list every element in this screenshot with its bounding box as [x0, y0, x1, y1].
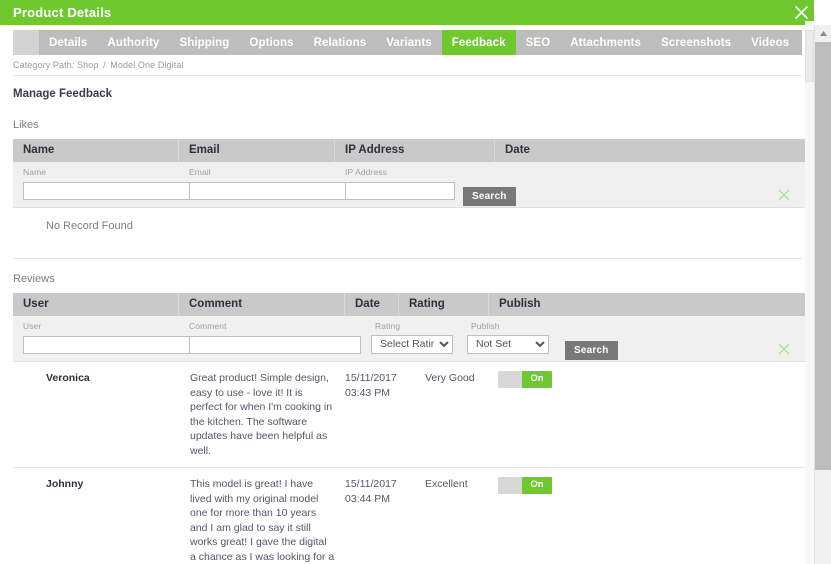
likes-col-name: Name: [13, 139, 179, 162]
reviews-filter-rating-label: Rating: [375, 321, 401, 331]
tab-seo[interactable]: SEO: [516, 30, 561, 55]
tab-videos[interactable]: Videos: [741, 30, 799, 55]
likes-section-divider: [13, 258, 802, 259]
likes-table: Name Email IP Address Date Name Email IP Ad…: [13, 139, 809, 244]
reviews-filter-row: User Comment Rating Select RatingExcelle…: [13, 316, 809, 362]
likes-section-label: Likes: [13, 119, 39, 131]
tab-options[interactable]: Options: [239, 30, 303, 55]
modal-titlebar: Product Details: [0, 0, 814, 25]
reviews-col-rating: Rating: [399, 293, 489, 316]
reviews-col-comment: Comment: [179, 293, 345, 316]
reviews-search-cell: Search: [561, 316, 618, 361]
inner-scrollbar-thumb[interactable]: [805, 30, 814, 82]
likes-filter-row: Name Email IP Address Search: [13, 162, 809, 208]
publish-toggle[interactable]: On: [498, 477, 552, 494]
reviews-col-user: User: [13, 293, 179, 316]
inner-scroll-up-arrow-icon[interactable]: [805, 21, 814, 30]
tab-variants[interactable]: Variants: [376, 30, 442, 55]
breadcrumb-divider: [13, 75, 802, 76]
likes-col-date: Date: [505, 144, 530, 156]
breadcrumb: Category Path: Shop / Model One Digital: [13, 60, 184, 70]
likes-ip-input[interactable]: [345, 181, 455, 200]
review-user: Veronica: [46, 372, 90, 384]
likes-filter-name-label: Name: [23, 167, 47, 177]
review-comment: This model is great! I have lived with m…: [190, 478, 335, 563]
reviews-search-button[interactable]: Search: [565, 341, 618, 360]
reviews-clear-x-icon[interactable]: [777, 342, 791, 356]
inner-scrollbar-track[interactable]: [805, 21, 814, 564]
reviews-filter-user-label: User: [23, 321, 42, 331]
review-rating: Very Good: [425, 372, 475, 384]
reviews-section-label: Reviews: [13, 273, 55, 285]
tab-strip-wrapper: Details Authority Shipping Options Relations…: [0, 25, 831, 59]
tab-screenshots[interactable]: Screenshots: [651, 30, 741, 55]
reviews-filter-publish-cell: Publish Not SetYesNo: [465, 316, 561, 361]
likes-filter-ip-label: IP Address: [345, 167, 387, 177]
likes-search-cell: Search: [455, 162, 516, 207]
breadcrumb-link-shop[interactable]: Shop: [77, 60, 98, 70]
publish-toggle-knob: [498, 477, 522, 494]
likes-filter-email-cell: Email: [179, 162, 361, 207]
tab-feedback[interactable]: Feedback: [441, 30, 516, 55]
window-scrollbar-thumb[interactable]: [815, 42, 831, 470]
reviews-filter-comment-label: Comment: [189, 321, 227, 331]
reviews-filter-user-cell: User: [13, 316, 195, 361]
publish-toggle-knob: [498, 371, 522, 388]
scroll-up-arrow-glyph: [820, 31, 827, 36]
reviews-user-input[interactable]: [23, 335, 195, 354]
reviews-publish-select[interactable]: Not SetYesNo: [467, 334, 549, 354]
tab-authority[interactable]: Authority: [97, 30, 169, 55]
review-publish-cell: On: [490, 477, 690, 499]
likes-filter-name-cell: Name: [13, 162, 195, 207]
modal-title: Product Details: [13, 5, 112, 20]
table-row: Veronica Great product! Simple design, ea…: [13, 362, 809, 468]
page-title: Manage Feedback: [13, 88, 113, 100]
review-user: Johnny: [46, 478, 84, 490]
window-scrollbar-track[interactable]: [814, 25, 831, 564]
reviews-filter-rating-cell: Rating Select RatingExcellentVery GoodGo…: [369, 316, 465, 361]
review-date: 15/11/2017 03:44 PM: [345, 478, 397, 505]
likes-col-ip-address: IP Address: [335, 139, 495, 162]
clear-x-icon-glyph: [778, 343, 790, 355]
breadcrumb-label: Category Path:: [13, 60, 75, 70]
reviews-comment-input[interactable]: [189, 335, 361, 354]
likes-name-input[interactable]: [23, 181, 195, 200]
reviews-filter-publish-label: Publish: [471, 321, 500, 331]
review-rating: Excellent: [425, 478, 468, 490]
review-publish-cell: On: [490, 371, 690, 393]
tab-details[interactable]: Details: [39, 30, 97, 55]
scroll-up-arrow-icon[interactable]: [815, 25, 831, 42]
reviews-table: User Comment Date Rating Publish User Commen…: [13, 293, 809, 564]
likes-filter-email-label: Email: [189, 167, 211, 177]
review-comment: Great product! Simple design, easy to us…: [190, 372, 333, 457]
likes-empty-message: No Record Found: [13, 208, 809, 244]
publish-toggle-state-label: On: [522, 477, 552, 494]
reviews-rating-select[interactable]: Select RatingExcellentVery GoodGoodFairP…: [371, 334, 453, 354]
likes-clear-x-icon[interactable]: [777, 188, 791, 202]
reviews-filter-comment-cell: Comment: [179, 316, 369, 361]
breadcrumb-separator: /: [103, 60, 106, 70]
likes-table-header: Name Email IP Address Date: [13, 139, 809, 162]
publish-toggle-state-label: On: [522, 371, 552, 388]
reviews-table-header: User Comment Date Rating Publish: [13, 293, 809, 316]
likes-col-email: Email: [179, 139, 335, 162]
likes-search-button[interactable]: Search: [463, 187, 516, 206]
product-details-modal: Product Details Details Authority Shipping…: [0, 0, 831, 564]
review-date: 15/11/2017 03:43 PM: [345, 372, 397, 399]
breadcrumb-current: Model One Digital: [110, 60, 184, 70]
reviews-table-body: Veronica Great product! Simple design, ea…: [13, 362, 809, 564]
reviews-col-publish: Publish: [499, 298, 541, 310]
publish-toggle[interactable]: On: [498, 371, 552, 388]
tab-strip-leading-block: [13, 30, 39, 55]
likes-filter-ip-cell: IP Address: [335, 162, 455, 207]
tab-shipping[interactable]: Shipping: [169, 30, 239, 55]
close-icon-glyph: [794, 6, 808, 19]
tab-attachments[interactable]: Attachments: [560, 30, 651, 55]
tab-strip: Details Authority Shipping Options Relations…: [13, 30, 831, 55]
table-row: Johnny This model is great! I have lived …: [13, 468, 809, 564]
tab-relations[interactable]: Relations: [304, 30, 377, 55]
reviews-col-date: Date: [345, 293, 399, 316]
clear-x-icon-glyph: [778, 189, 790, 201]
